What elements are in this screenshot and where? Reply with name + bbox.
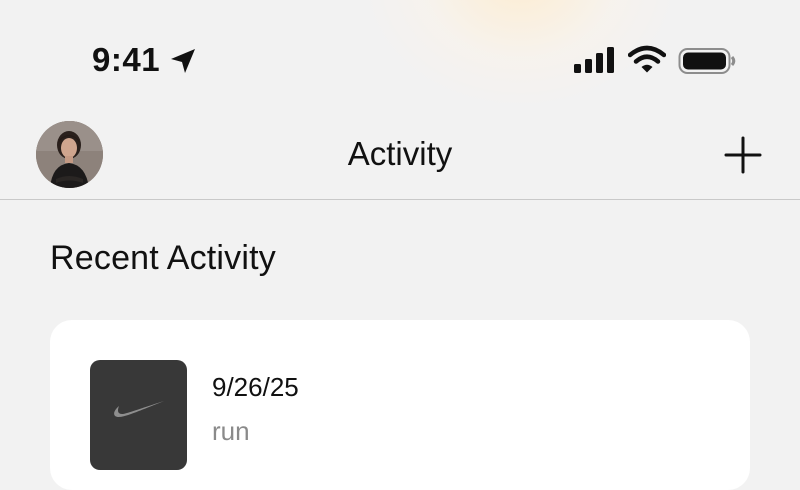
- battery-icon: [678, 48, 736, 74]
- wifi-icon: [628, 45, 666, 73]
- activity-date: 9/26/25: [212, 372, 299, 402]
- location-arrow-icon: [171, 49, 195, 73]
- activity-type: run: [212, 416, 250, 446]
- page-title: Activity: [347, 135, 453, 172]
- nike-swoosh-icon: [114, 401, 164, 417]
- status-bar: 9:41: [0, 0, 800, 110]
- cellular-signal-icon: [574, 47, 614, 73]
- plus-icon: [724, 136, 762, 174]
- add-button[interactable]: [722, 134, 764, 176]
- activity-card[interactable]: 9/26/25 run: [50, 320, 750, 490]
- section-heading: Recent Activity: [50, 239, 276, 277]
- status-time: 9:41: [92, 41, 161, 78]
- activity-thumbnail: [90, 360, 187, 470]
- nav-bar: Activity: [0, 110, 800, 200]
